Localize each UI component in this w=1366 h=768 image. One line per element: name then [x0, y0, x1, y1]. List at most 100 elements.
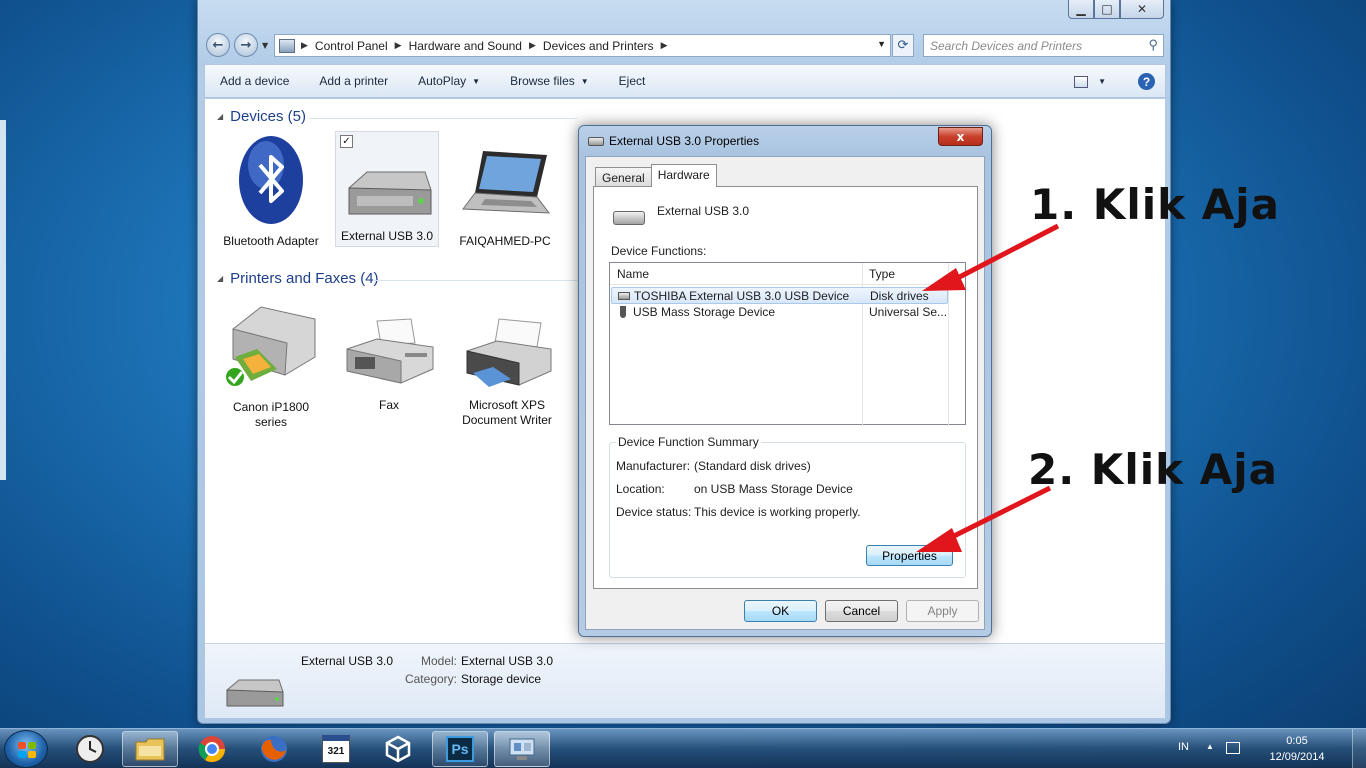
drive-icon	[588, 137, 604, 146]
taskbar-calendar-app[interactable]: 321	[308, 731, 364, 767]
details-category-label: Category:	[404, 672, 457, 686]
breadcrumb-separator[interactable]: ▶	[301, 40, 308, 51]
recent-pages-dropdown[interactable]: ▼	[262, 41, 268, 50]
address-bar[interactable]: ▶ Control Panel ▶ Hardware and Sound ▶ D…	[274, 34, 891, 57]
printer-label: Canon iP1800 series	[232, 400, 310, 429]
column-header-name[interactable]: Name	[617, 267, 649, 281]
taskbar-chrome-app[interactable]	[184, 731, 240, 767]
location-value: on USB Mass Storage Device	[694, 482, 853, 496]
maximize-button[interactable]: □	[1094, 0, 1120, 19]
add-device-button[interactable]: Add a device	[205, 65, 304, 97]
hardware-tab-page: External USB 3.0 Device Functions: Name …	[593, 186, 978, 589]
column-divider[interactable]	[948, 263, 949, 425]
printers-group-header[interactable]: ◢ Printers and Faxes (4)	[217, 270, 379, 287]
details-pane: External USB 3.0 Model: External USB 3.0…	[204, 643, 1166, 719]
control-panel-icon	[279, 38, 295, 53]
cancel-button[interactable]: Cancel	[825, 600, 898, 622]
function-name: TOSHIBA External USB 3.0 USB Device	[634, 289, 850, 303]
show-hidden-icons[interactable]: ▲	[1206, 742, 1214, 751]
minimize-button[interactable]: ▁	[1068, 0, 1094, 19]
manufacturer-value: (Standard disk drives)	[694, 459, 811, 473]
printer-fax[interactable]: Fax	[337, 317, 441, 413]
disk-drive-icon	[618, 292, 630, 300]
breadcrumb-separator[interactable]: ▶	[529, 40, 536, 51]
properties-dialog: External USB 3.0 Properties x General Ha…	[578, 125, 992, 637]
clock-time[interactable]: 0:05	[1262, 735, 1332, 747]
breadcrumb-control-panel[interactable]: Control Panel	[315, 39, 388, 53]
column-header-type[interactable]: Type	[869, 267, 895, 281]
devices-group-header[interactable]: ◢ Devices (5)	[217, 108, 306, 125]
search-input[interactable]: Search Devices and Printers ⚲	[923, 34, 1164, 57]
taskbar-explorer-app[interactable]	[122, 731, 178, 767]
collapse-triangle-icon[interactable]: ◢	[217, 274, 223, 283]
view-dropdown-icon[interactable]: ▼	[1098, 77, 1106, 86]
action-center-icon[interactable]	[1226, 742, 1240, 754]
function-type: Universal Se...	[869, 305, 948, 319]
group-divider	[309, 118, 577, 119]
taskbar: 321 Ps IN ▲ 0:05 12/09/2014	[0, 728, 1366, 768]
details-category-value: Storage device	[461, 672, 542, 686]
manufacturer-label: Manufacturer:	[616, 459, 691, 473]
breadcrumb-hardware-and-sound[interactable]: Hardware and Sound	[409, 39, 522, 53]
autoplay-button[interactable]: AutoPlay ▼	[403, 65, 495, 97]
change-view-icon[interactable]	[1074, 75, 1089, 88]
tab-general[interactable]: General	[595, 167, 652, 186]
navigation-bar: ← → ▼ ▶ Control Panel ▶ Hardware and Sou…	[206, 32, 1164, 58]
device-status-value: This device is working properly.	[694, 505, 861, 519]
annotation-step-2: 2. Klik Aja	[1028, 445, 1278, 494]
external-drive-icon	[348, 171, 432, 215]
unity-icon	[385, 735, 411, 763]
clock-date[interactable]: 12/09/2014	[1262, 751, 1332, 763]
search-icon: ⚲	[1148, 37, 1158, 52]
refresh-button[interactable]: ⟳	[892, 34, 914, 57]
chevron-down-icon: ▼	[472, 76, 481, 86]
printer-xps[interactable]: Microsoft XPS Document Writer	[455, 317, 559, 428]
back-button[interactable]: ←	[206, 33, 230, 57]
properties-button[interactable]: Properties	[866, 545, 953, 566]
taskbar-devices-printers-app[interactable]	[494, 731, 550, 767]
printer-label: Fax	[378, 398, 399, 412]
collapse-triangle-icon[interactable]: ◢	[217, 112, 223, 121]
device-label: Bluetooth Adapter	[223, 234, 319, 248]
show-desktop-button[interactable]	[1352, 729, 1366, 768]
selection-checkbox[interactable]: ✓	[340, 135, 353, 148]
devices-printers-icon	[509, 738, 535, 760]
add-device-label: Add a device	[220, 74, 290, 88]
language-indicator[interactable]: IN	[1178, 741, 1189, 753]
apply-button[interactable]: Apply	[906, 600, 979, 622]
clock-icon	[76, 735, 104, 763]
annotation-step-1: 1. Klik Aja	[1030, 180, 1280, 229]
device-bluetooth-adapter[interactable]: Bluetooth Adapter	[219, 135, 323, 249]
eject-button[interactable]: Eject	[604, 65, 661, 97]
breadcrumb-devices-and-printers[interactable]: Devices and Printers	[543, 39, 654, 53]
list-item[interactable]: TOSHIBA External USB 3.0 USB Device Disk…	[611, 287, 948, 304]
device-functions-list[interactable]: Name Type TOSHIBA External USB 3.0 USB D…	[609, 262, 966, 425]
dialog-body: General Hardware External USB 3.0 Device…	[585, 156, 985, 630]
device-computer[interactable]: FAIQAHMED-PC	[453, 147, 557, 249]
device-label: FAIQAHMED-PC	[459, 234, 551, 248]
breadcrumb-separator[interactable]: ▶	[661, 40, 668, 51]
forward-button[interactable]: →	[234, 33, 258, 57]
list-item[interactable]: USB Mass Storage Device Universal Se...	[611, 304, 948, 321]
breadcrumb-separator[interactable]: ▶	[395, 40, 402, 51]
tab-hardware[interactable]: Hardware	[650, 164, 717, 187]
notification-area: IN ▲ 0:05 12/09/2014	[1166, 729, 1366, 768]
dialog-close-button[interactable]: x	[938, 127, 983, 146]
taskbar-clock-app[interactable]	[62, 731, 118, 767]
add-printer-button[interactable]: Add a printer	[304, 65, 403, 97]
taskbar-unity-app[interactable]	[370, 731, 426, 767]
taskbar-photoshop-app[interactable]: Ps	[432, 731, 488, 767]
browse-files-button[interactable]: Browse files ▼	[495, 65, 604, 97]
device-status-label: Device status:	[616, 505, 692, 519]
command-bar: Add a device Add a printer AutoPlay ▼ Bro…	[204, 64, 1166, 98]
taskbar-firefox-app[interactable]	[246, 731, 302, 767]
help-icon[interactable]: ?	[1138, 73, 1155, 90]
close-button[interactable]: ✕	[1120, 0, 1164, 19]
printer-canon[interactable]: Canon iP1800 series	[219, 299, 323, 430]
start-button[interactable]	[4, 730, 48, 768]
ok-button[interactable]: OK	[744, 600, 817, 622]
add-printer-label: Add a printer	[319, 74, 389, 88]
address-dropdown[interactable]: ▼	[877, 39, 886, 49]
device-external-usb[interactable]: ✓ External USB 3.0	[335, 131, 439, 247]
usb-icon	[620, 306, 626, 318]
